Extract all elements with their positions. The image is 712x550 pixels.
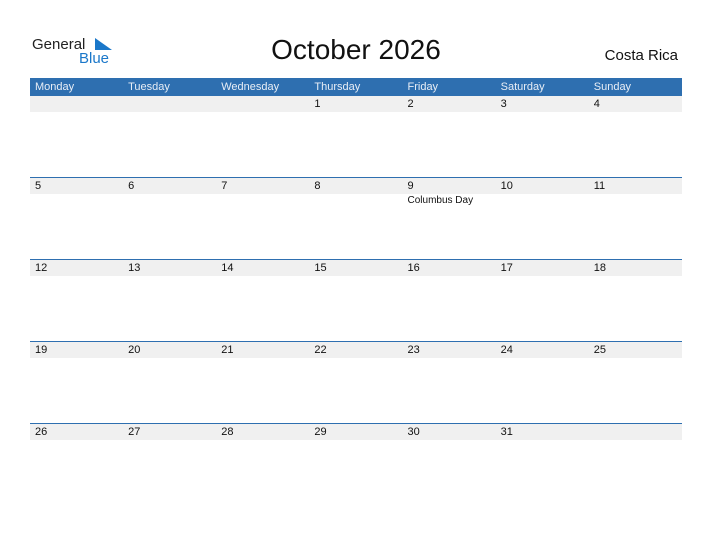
day-number: 2 xyxy=(407,98,414,110)
day-number xyxy=(589,424,682,440)
day-number: 26 xyxy=(35,426,48,438)
day-number xyxy=(123,96,216,112)
day-number: 11 xyxy=(593,180,606,192)
week-row: 1 2 3 4 xyxy=(30,96,682,177)
day-number: 18 xyxy=(593,262,606,274)
day-numbers: 12 13 14 15 16 17 18 xyxy=(30,260,682,276)
day-number: 4 xyxy=(593,98,600,110)
holiday-label: Columbus Day xyxy=(407,195,474,206)
day-number: 6 xyxy=(128,180,135,192)
day-number: 22 xyxy=(314,344,327,356)
weekday-header: Monday Tuesday Wednesday Thursday Friday Satu… xyxy=(30,78,682,96)
weekday-thursday: Thursday xyxy=(314,81,361,93)
weekday-wednesday: Wednesday xyxy=(221,81,280,93)
day-number: 20 xyxy=(128,344,141,356)
day-number: 28 xyxy=(221,426,234,438)
day-number: 27 xyxy=(128,426,141,438)
day-numbers: 5 6 7 8 9 10 11 xyxy=(30,178,682,194)
day-number: 14 xyxy=(221,262,234,274)
day-number: 31 xyxy=(500,426,513,438)
holiday-label xyxy=(309,194,402,208)
holiday-row: Columbus Day xyxy=(30,194,682,208)
week-row: 26 27 28 29 30 31 xyxy=(30,423,682,505)
day-number: 17 xyxy=(500,262,513,274)
day-number: 30 xyxy=(407,426,420,438)
day-number: 10 xyxy=(500,180,513,192)
day-number xyxy=(30,96,123,112)
week-row: 12 13 14 15 16 17 18 xyxy=(30,259,682,341)
weekday-sunday: Sunday xyxy=(593,81,632,93)
week-row: 5 6 7 8 9 10 11 Columbus Day xyxy=(30,177,682,259)
week-row: 19 20 21 22 23 24 25 xyxy=(30,341,682,423)
weekday-monday: Monday xyxy=(35,81,75,93)
day-number: 9 xyxy=(407,180,414,192)
day-number: 13 xyxy=(128,262,141,274)
day-number: 1 xyxy=(314,98,321,110)
holiday-label xyxy=(123,194,216,208)
day-number: 24 xyxy=(500,344,513,356)
day-number: 16 xyxy=(407,262,420,274)
holiday-label xyxy=(30,194,123,208)
day-number: 7 xyxy=(221,180,228,192)
day-numbers: 26 27 28 29 30 31 xyxy=(30,424,682,440)
day-numbers: 1 2 3 4 xyxy=(30,96,682,112)
day-number: 19 xyxy=(35,344,48,356)
weekday-tuesday: Tuesday xyxy=(128,81,170,93)
day-numbers: 19 20 21 22 23 24 25 xyxy=(30,342,682,358)
day-number xyxy=(216,96,309,112)
day-number: 25 xyxy=(593,344,606,356)
day-number: 3 xyxy=(500,98,507,110)
holiday-label xyxy=(216,194,309,208)
day-number: 5 xyxy=(35,180,42,192)
day-number: 23 xyxy=(407,344,420,356)
calendar: Monday Tuesday Wednesday Thursday Friday Satu… xyxy=(30,78,682,505)
weekday-saturday: Saturday xyxy=(500,81,545,93)
country-label: Costa Rica xyxy=(604,47,678,64)
day-number: 21 xyxy=(221,344,234,356)
holiday-label xyxy=(589,194,682,208)
day-number: 12 xyxy=(35,262,48,274)
day-number: 8 xyxy=(314,180,321,192)
weekday-friday: Friday xyxy=(407,81,439,93)
day-number: 15 xyxy=(314,262,327,274)
day-number: 29 xyxy=(314,426,327,438)
holiday-label xyxy=(496,194,589,208)
